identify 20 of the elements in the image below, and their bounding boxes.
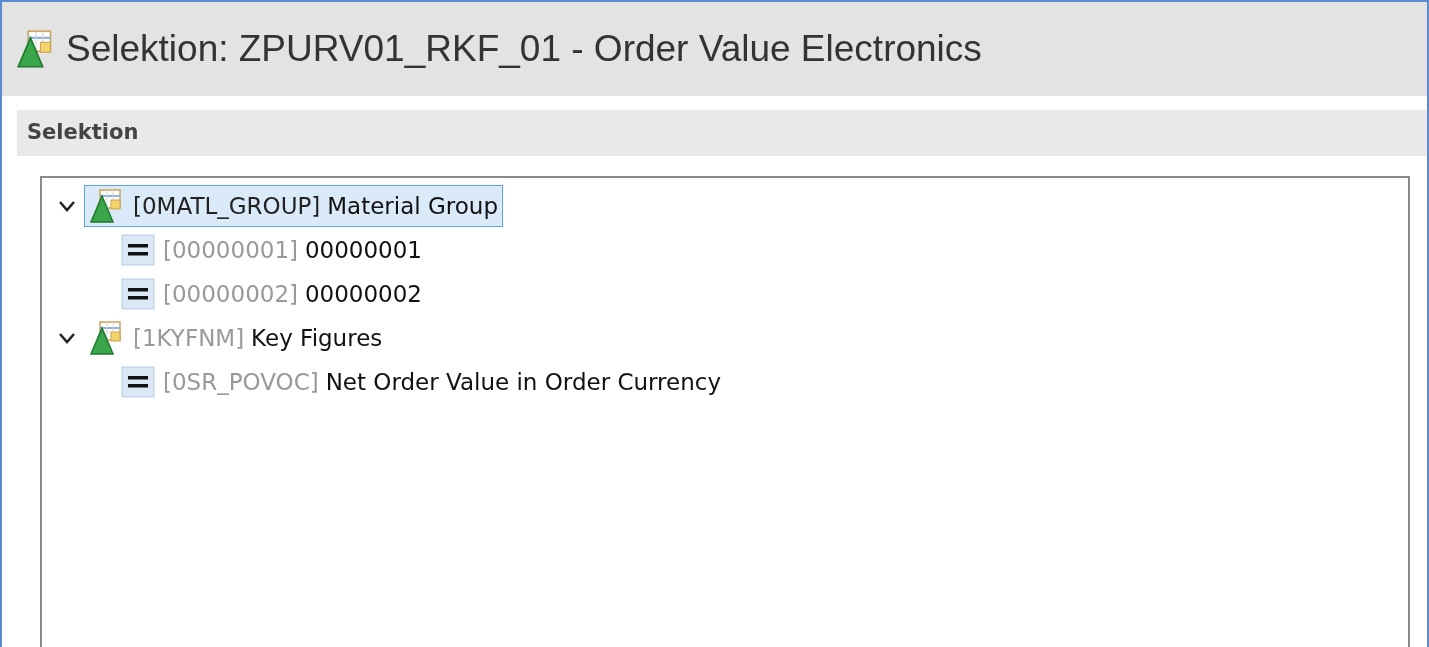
- equals-icon: [121, 366, 155, 398]
- node-key: [1KYFNM]: [133, 320, 245, 356]
- tree-item[interactable]: [0SR_POVOC] Net Order Value in Order Currency: [116, 361, 727, 403]
- equals-icon: [121, 278, 155, 310]
- tree-item[interactable]: [00000002] 00000002: [116, 273, 427, 315]
- node-key: [0MATL_GROUP]: [133, 188, 321, 224]
- equals-icon: [121, 234, 155, 266]
- node-key: [00000002]: [163, 276, 298, 312]
- node-label: 00000001: [304, 235, 422, 265]
- tree-item[interactable]: [0MATL_GROUP] Material Group: [84, 185, 504, 227]
- node-label: Net Order Value in Order Currency: [325, 367, 722, 397]
- tree-item[interactable]: [1KYFNM] Key Figures: [84, 317, 388, 359]
- tree-item[interactable]: [00000001] 00000001: [116, 229, 427, 271]
- node-label: Key Figures: [251, 323, 383, 353]
- node-key: [00000001]: [163, 232, 298, 268]
- section-title: Selektion: [27, 119, 139, 147]
- node-key: [0SR_POVOC]: [163, 364, 319, 400]
- node-label: 00000002: [304, 279, 422, 309]
- window-title: Selektion: ZPURV01_RKF_01 - Order Value Electronics: [66, 27, 982, 72]
- node-label: Material Group: [327, 191, 499, 221]
